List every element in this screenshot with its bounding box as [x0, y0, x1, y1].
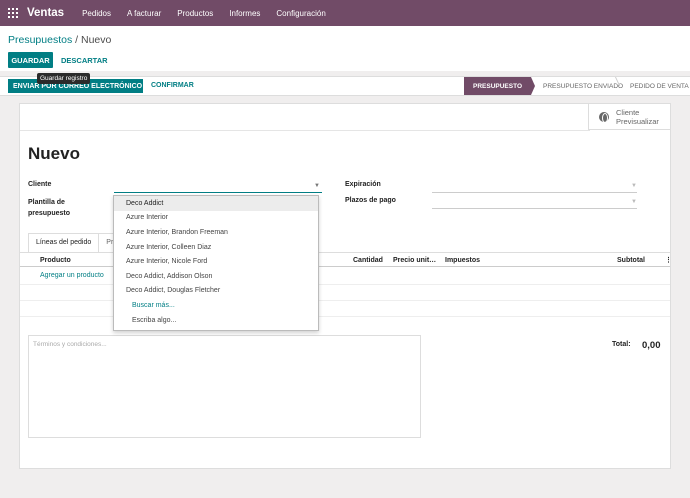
- dropdown-option[interactable]: Deco Addict: [114, 196, 318, 211]
- stage-pipeline: PRESUPUESTO PRESUPUESTO ENVIADO PEDIDO D…: [464, 77, 690, 95]
- payment-terms-caret-icon[interactable]: ▼: [631, 199, 637, 205]
- stage-presupuesto-enviado[interactable]: PRESUPUESTO ENVIADO: [531, 77, 623, 95]
- expiration-caret-icon[interactable]: ▼: [631, 183, 637, 189]
- stage-presupuesto[interactable]: PRESUPUESTO: [464, 77, 535, 95]
- customer-input[interactable]: [114, 192, 322, 193]
- status-bar: ENVIAR POR CORREO ELECTRÓNICO CONFIRMAR …: [0, 76, 690, 96]
- stage-pedido-de-venta[interactable]: PEDIDO DE VENTA: [618, 77, 690, 95]
- dropdown-option[interactable]: Deco Addict, Douglas Fletcher: [114, 284, 318, 299]
- customer-preview-label: Cliente Previsualizar: [616, 107, 659, 126]
- create-hint-option: Escriba algo...: [132, 316, 177, 324]
- stage-pedido-de-venta-label: PEDIDO DE VENTA: [630, 82, 689, 90]
- customer-autocomplete-dropdown: Deco Addict Azure Interior Azure Interio…: [113, 195, 319, 331]
- col-product[interactable]: Producto: [40, 257, 71, 264]
- expiration-label: Expiración: [345, 181, 381, 188]
- menu-pedidos[interactable]: Pedidos: [82, 9, 111, 18]
- save-tooltip: Guardar registro: [37, 73, 91, 84]
- stage-presupuesto-label: PRESUPUESTO: [473, 82, 523, 90]
- top-navbar: Ventas Pedidos A facturar Productos Info…: [0, 0, 690, 26]
- col-taxes[interactable]: Impuestos: [445, 257, 480, 264]
- menu-configuracion[interactable]: Configuración: [276, 9, 325, 18]
- col-quantity[interactable]: Cantidad: [353, 257, 383, 264]
- app-name[interactable]: Ventas: [27, 7, 64, 19]
- notebook-tabs: Líneas del pedido Pr: [28, 233, 118, 252]
- dropdown-option[interactable]: Azure Interior, Brandon Freeman: [114, 225, 318, 240]
- customer-preview-button[interactable]: Cliente Previsualizar: [588, 104, 670, 130]
- discard-button[interactable]: DESCARTAR: [61, 56, 108, 65]
- add-product-link[interactable]: Agregar un producto: [40, 272, 104, 279]
- tab-order-lines[interactable]: Líneas del pedido: [28, 233, 100, 252]
- total-label: Total:: [612, 341, 631, 348]
- breadcrumb-parent-link[interactable]: Presupuestos: [8, 34, 72, 46]
- menu-productos[interactable]: Productos: [177, 9, 213, 18]
- terms-placeholder: Términos y condiciones...: [33, 341, 107, 348]
- header-divider: [20, 130, 590, 131]
- menu-informes[interactable]: Informes: [229, 9, 260, 18]
- expiration-input[interactable]: [432, 192, 637, 193]
- save-button[interactable]: GUARDAR: [8, 52, 53, 68]
- terms-textarea[interactable]: Términos y condiciones...: [28, 335, 421, 438]
- customer-dropdown-caret-icon[interactable]: ▼: [314, 183, 320, 189]
- globe-icon: [599, 111, 609, 123]
- stage-arrow-icon: [531, 77, 535, 95]
- search-more-option[interactable]: Buscar más...: [114, 298, 318, 313]
- total-value: 0,00: [642, 340, 661, 351]
- payment-terms-input[interactable]: [432, 208, 637, 209]
- customer-label: Cliente: [28, 181, 52, 188]
- stage-presupuesto-enviado-label: PRESUPUESTO ENVIADO: [543, 82, 624, 90]
- dropdown-option[interactable]: Azure Interior, Nicole Ford: [114, 254, 318, 269]
- column-options-icon[interactable]: ⋮: [665, 256, 672, 264]
- col-unit-price[interactable]: Precio unit…: [393, 257, 436, 264]
- payment-terms-label: Plazos de pago: [345, 197, 396, 204]
- menu-a-facturar[interactable]: A facturar: [127, 9, 161, 18]
- col-subtotal[interactable]: Subtotal: [617, 257, 645, 264]
- apps-menu-icon[interactable]: [8, 8, 18, 18]
- breadcrumb-separator: /: [72, 34, 81, 46]
- page-title: Nuevo: [28, 144, 80, 163]
- breadcrumb-current: Nuevo: [80, 34, 112, 46]
- dropdown-option[interactable]: Azure Interior: [114, 211, 318, 226]
- dropdown-option[interactable]: Deco Addict, Addison Olson: [114, 269, 318, 284]
- template-label: Plantilla de presupuesto: [28, 199, 71, 217]
- control-panel: Presupuestos / Nuevo GUARDAR DESCARTAR: [0, 26, 690, 71]
- breadcrumb: Presupuestos / Nuevo: [8, 34, 111, 46]
- confirm-button[interactable]: CONFIRMAR: [151, 82, 194, 89]
- dropdown-option[interactable]: Azure Interior, Colleen Diaz: [114, 240, 318, 255]
